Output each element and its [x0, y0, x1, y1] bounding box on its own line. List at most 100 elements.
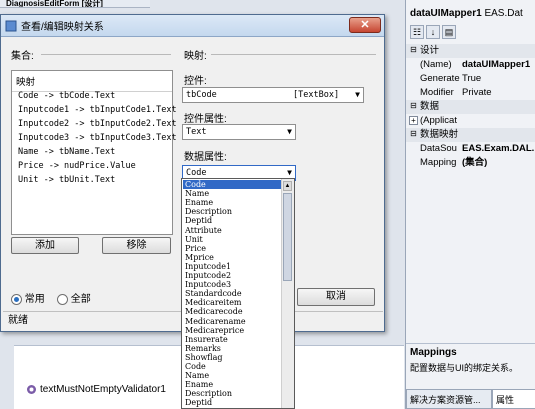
property-name: Generate [420, 73, 460, 84]
dialog-titlebar[interactable]: 查看/编辑映射关系 [1, 15, 384, 37]
list-item[interactable]: Inputcode1 -> tbInputCode1.Text [18, 105, 177, 115]
property-name: (Name) [420, 59, 452, 70]
dropdown-option[interactable]: Standardcode [183, 289, 285, 298]
collapse-icon[interactable]: ⊟ [409, 102, 418, 111]
dropdown-option[interactable]: Deptid [183, 216, 285, 225]
object-type: EAS.Dat [484, 8, 523, 19]
dropdown-option[interactable]: Remarks [183, 344, 285, 353]
list-item[interactable]: Price -> nudPrice.Value [18, 161, 136, 171]
radio-all-label: 全部 [70, 294, 91, 305]
property-category[interactable]: ⊟ 数据 [406, 100, 535, 114]
dialog-title: 查看/编辑映射关系 [21, 22, 104, 33]
dropdown-option[interactable]: Deptid [183, 398, 285, 407]
dropdown-option[interactable]: Code [183, 180, 285, 189]
control-property-label: 控件属性: [184, 114, 227, 125]
dropdown-option[interactable]: Inputcode1 [183, 262, 285, 271]
property-value[interactable]: Private [462, 86, 535, 100]
property-value[interactable]: dataUIMapper1 [462, 58, 535, 72]
dropdown-option[interactable]: Medicarename [183, 317, 285, 326]
control-combo[interactable]: tbCode [TextBox] ▼ [182, 87, 364, 103]
dropdown-option[interactable]: Insurerate [183, 335, 285, 344]
collapse-icon[interactable]: ⊟ [409, 130, 418, 139]
dropdown-option[interactable]: Attribute [183, 226, 285, 235]
dropdown-option[interactable]: Inputcode3 [183, 280, 285, 289]
properties-toolbar: ☷ ↓ ▤ [406, 25, 535, 41]
dropdown-option[interactable]: Code [183, 362, 285, 371]
list-item[interactable]: Name -> tbName.Text [18, 147, 115, 157]
collapse-icon[interactable]: ⊟ [409, 46, 418, 55]
property-row[interactable]: (Name) dataUIMapper1 [406, 58, 535, 72]
dropdown-option[interactable]: Description [183, 207, 285, 216]
list-item[interactable]: Inputcode3 -> tbInputCode3.Text [18, 133, 177, 143]
dropdown-option[interactable]: Mprice [183, 253, 285, 262]
property-category[interactable]: ⊟ 数据映射 [406, 128, 535, 142]
divider [41, 54, 171, 55]
dropdown-option[interactable]: Name [183, 371, 285, 380]
property-name: (Applicat [420, 115, 457, 126]
property-value[interactable]: True [462, 72, 535, 86]
expand-icon[interactable]: + [409, 116, 418, 125]
dropdown-option[interactable]: Inputcode2 [183, 271, 285, 280]
properties-panel: dataUIMapper1 EAS.Dat ☷ ↓ ▤ ⊟ 设计 (Name) dat… [405, 0, 535, 409]
radio-common-dot [11, 293, 22, 305]
radio-all[interactable]: 全部 [57, 290, 91, 305]
categorized-icon[interactable]: ☷ [410, 25, 424, 39]
scroll-thumb[interactable] [283, 193, 292, 281]
dropdown-option[interactable]: Name [183, 189, 285, 198]
dropdown-option[interactable]: Medicarecode [183, 307, 285, 316]
remove-button[interactable]: 移除 [102, 237, 171, 254]
mapping-label: 映射: [184, 51, 207, 62]
collection-label: 集合: [11, 51, 34, 62]
data-property-dropdown[interactable]: Code Name Ename Description Deptid Attribute U… [181, 178, 295, 409]
dropdown-option[interactable]: Unit [183, 235, 285, 244]
tab-properties[interactable]: 属性 [492, 389, 535, 409]
dropdown-option[interactable]: Ename [183, 198, 285, 207]
close-button[interactable]: ✕ [349, 17, 381, 33]
property-row[interactable]: Mapping (集合) [406, 156, 535, 170]
property-value[interactable]: (集合) [462, 156, 535, 170]
dropdown-option[interactable]: Medicareprice [183, 326, 285, 335]
control-value: tbCode [186, 90, 217, 100]
radio-common[interactable]: 常用 [11, 290, 45, 305]
list-item[interactable]: Inputcode2 -> tbInputCode2.Text [18, 119, 177, 129]
property-row[interactable]: Modifier Private [406, 86, 535, 100]
mapping-list[interactable]: 映射 Code -> tbCode.Text Inputcode1 -> tbIn… [11, 70, 177, 235]
tab-solution-explorer[interactable]: 解决方案资源管... [406, 389, 492, 409]
property-name: DataSou [420, 143, 457, 154]
control-type: [TextBox] [293, 90, 340, 100]
list-item[interactable]: Code -> tbCode.Text [18, 91, 115, 101]
data-property-value: Code [186, 168, 207, 178]
property-name: Modifier [420, 87, 454, 98]
dropdown-option[interactable]: Medicareitem [183, 298, 285, 307]
data-property-label: 数据属性: [184, 152, 227, 163]
panel-tabs: 解决方案资源管... 属性 [406, 389, 535, 409]
designer-tab[interactable]: DiagnosisEditForm [设计] [0, 0, 150, 8]
properties-object-selector[interactable]: dataUIMapper1 EAS.Dat [406, 8, 535, 24]
properties-icon[interactable]: ▤ [442, 25, 456, 39]
radio-all-dot [57, 293, 68, 305]
dropdown-option[interactable]: Ename [183, 380, 285, 389]
add-button[interactable]: 添加 [11, 237, 79, 254]
radio-common-label: 常用 [24, 294, 45, 305]
dropdown-scrollbar[interactable]: ▲ [281, 179, 294, 408]
component-icon [27, 384, 36, 394]
dropdown-option[interactable]: Description [183, 389, 285, 398]
property-name: 数据映射 [420, 129, 459, 140]
alphabetical-icon[interactable]: ↓ [426, 25, 440, 39]
validator-component[interactable]: textMustNotEmptyValidator1 [26, 382, 166, 396]
dropdown-option[interactable]: Showflag [183, 353, 285, 362]
cancel-button[interactable]: 取消 [297, 288, 375, 306]
property-category[interactable]: ⊟ 设计 [406, 44, 535, 58]
property-name: 数据 [420, 101, 440, 112]
control-label: 控件: [184, 76, 207, 87]
scroll-up-icon[interactable]: ▲ [283, 181, 292, 191]
property-row[interactable]: + (Applicat [406, 114, 535, 128]
property-value[interactable]: EAS.Exam.DAL.I [462, 142, 535, 156]
chevron-down-icon: ▼ [355, 90, 360, 99]
dropdown-option[interactable]: Price [183, 244, 285, 253]
property-row[interactable]: DataSou EAS.Exam.DAL.I [406, 142, 535, 156]
list-item[interactable]: Unit -> tbUnit.Text [18, 175, 115, 185]
control-property-value: Text [186, 127, 207, 137]
property-row[interactable]: Generate True [406, 72, 535, 86]
control-property-combo[interactable]: Text ▼ [182, 124, 296, 140]
